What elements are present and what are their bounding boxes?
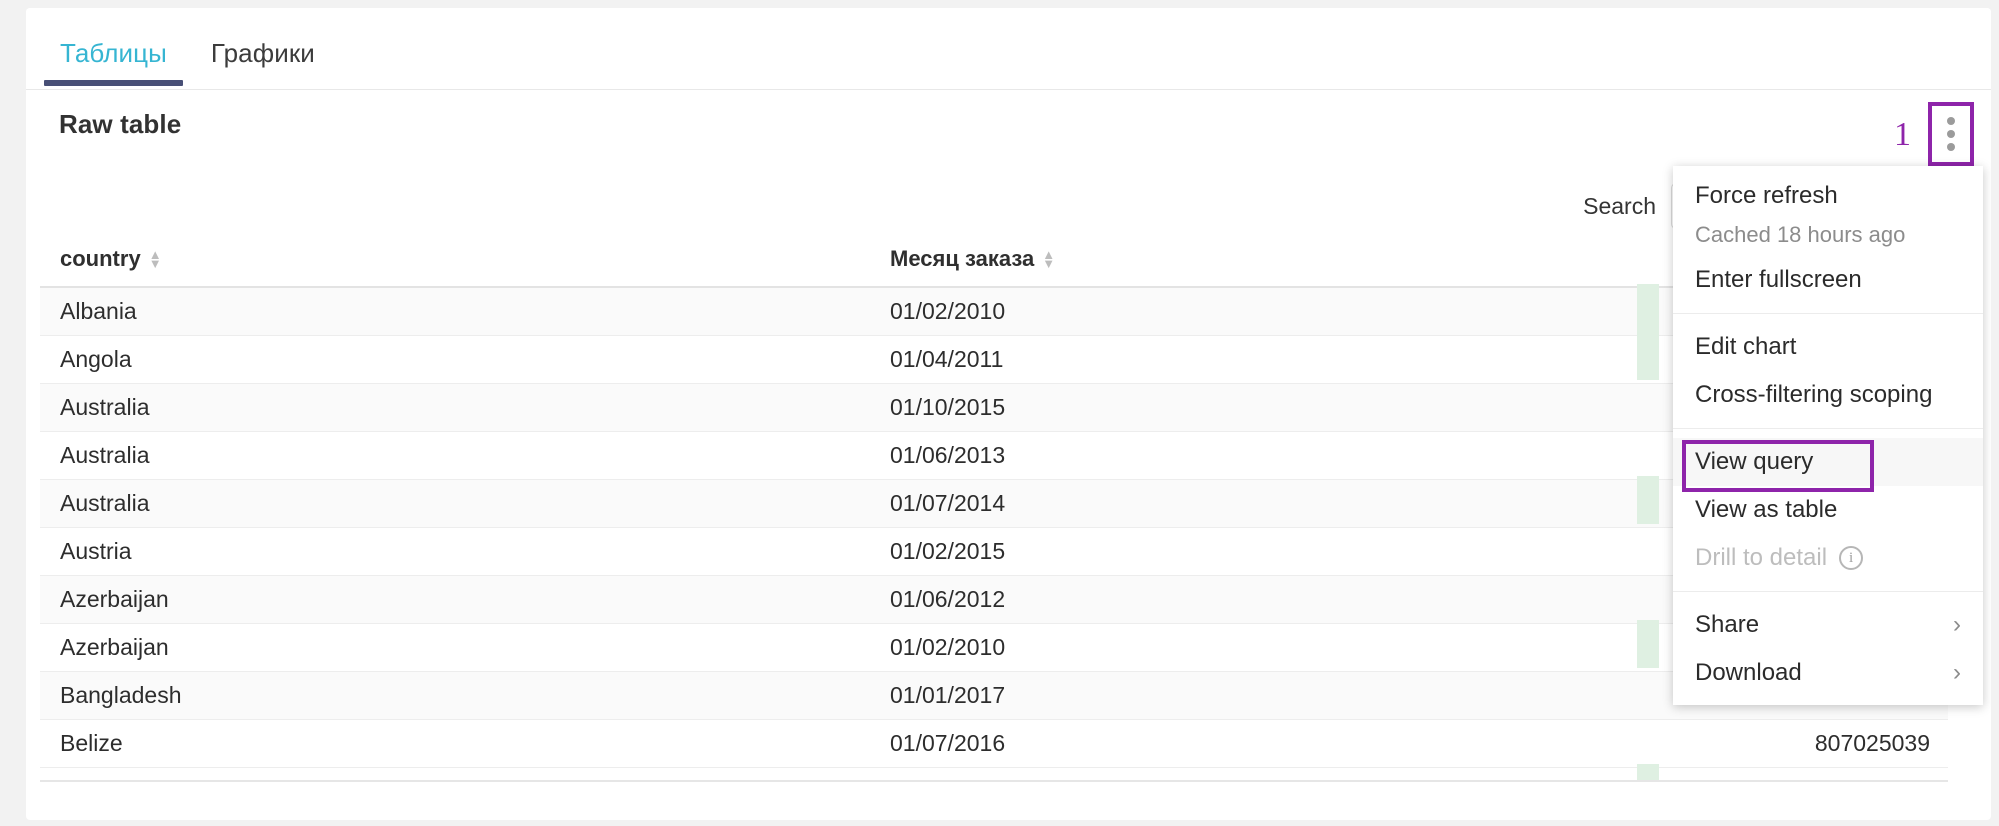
kebab-menu-button[interactable] [1928,102,1974,166]
tab-grafiki[interactable]: Графики [189,8,337,90]
table-row[interactable]: Belize01/07/2016807025039 [40,719,1948,767]
cell-month: 01/07/2016 [890,719,1510,767]
table-row[interactable]: Australia01/06/2013450563752 [40,431,1948,479]
tab-tablitsy[interactable]: Таблицы [38,8,189,90]
info-icon: i [1839,546,1863,570]
search-label: Search [1583,193,1656,220]
cell-month: 01/02/2010 [890,287,1510,335]
cell-month: 01/10/2015 [890,383,1510,431]
table-row[interactable]: Australia01/07/2014240470397 [40,479,1948,527]
cell-month: 01/04/2011 [890,335,1510,383]
menu-item-label: Force refresh [1695,182,1838,209]
cell-country: Belize [40,719,890,767]
table-row[interactable]: Australia01/10/2015158535134 [40,383,1948,431]
table-bottom-rule [40,780,1948,782]
tab-label: Графики [211,38,315,68]
menu-item-label: Enter fullscreen [1695,266,1862,293]
tab-label: Таблицы [60,38,167,68]
menu-item-label: Drill to detail [1695,539,1827,577]
menu-item-share[interactable]: Share › [1673,601,1983,649]
dashboard-card: Таблицы Графики Raw table 1 Search [26,8,1991,820]
table-head: country▲▼ Месяц заказа▲▼ order_ID▲▼ [40,236,1948,287]
menu-item-label: View query [1695,448,1813,475]
menu-item-label: Download [1695,654,1802,692]
cell-month: 01/02/2015 [890,527,1510,575]
table-header-row: country▲▼ Месяц заказа▲▼ order_ID▲▼ [40,236,1948,287]
menu-item-enter-fullscreen[interactable]: Enter fullscreen [1673,256,1983,304]
cell-country: Azerbaijan [40,575,890,623]
table-body: Albania01/02/2010385383069Angola01/04/20… [40,287,1948,767]
raw-data-table: country▲▼ Месяц заказа▲▼ order_ID▲▼ Alba… [40,236,1948,768]
cache-status-label: Cached 18 hours ago [1695,222,1905,247]
menu-item-cross-filtering-scoping[interactable]: Cross-filtering scoping [1673,371,1983,419]
cell-order-id: 807025039 [1510,719,1948,767]
menu-item-force-refresh[interactable]: Force refresh [1673,172,1983,220]
menu-item-view-query[interactable]: View query [1673,438,1983,486]
annotation-1: 1 [1894,118,1911,152]
menu-item-label: Edit chart [1695,333,1796,360]
table-row[interactable]: Azerbaijan01/02/2010382392299 [40,623,1948,671]
cell-country: Austria [40,527,890,575]
column-header-label: country [60,246,141,271]
tab-list: Таблицы Графики [38,8,337,90]
kebab-menu-icon [1947,117,1955,125]
table-row[interactable]: Azerbaijan01/06/2012423331391 [40,575,1948,623]
cell-country: Australia [40,431,890,479]
table-row[interactable]: Angola01/04/2011135425221 [40,335,1948,383]
chart-context-menu: Force refresh Cached 18 hours ago Enter … [1673,166,1983,705]
menu-separator [1673,591,1983,592]
menu-item-label: Share [1695,606,1759,644]
menu-separator [1673,428,1983,429]
cell-country: Bangladesh [40,671,890,719]
menu-separator [1673,313,1983,314]
menu-item-label: Cross-filtering scoping [1695,381,1932,408]
cell-month: 01/06/2013 [890,431,1510,479]
sort-icon[interactable]: ▲▼ [1042,250,1054,268]
kebab-menu-icon [1947,143,1955,151]
chevron-right-icon: › [1953,606,1961,644]
cell-country: Australia [40,383,890,431]
cell-country: Azerbaijan [40,623,890,671]
menu-item-drill-to-detail: Drill to detail i [1673,534,1983,582]
table-row[interactable]: Bangladesh01/01/2017187310731 [40,671,1948,719]
menu-item-view-as-table[interactable]: View as table [1673,486,1983,534]
cell-month: 01/01/2017 [890,671,1510,719]
data-table: country▲▼ Месяц заказа▲▼ order_ID▲▼ Alba… [40,236,1948,768]
column-header-country[interactable]: country ▲▼ [40,236,890,287]
sort-icon[interactable]: ▲▼ [149,250,161,268]
cell-month: 01/06/2012 [890,575,1510,623]
menu-item-label: View as table [1695,496,1837,523]
cell-country: Angola [40,335,890,383]
cell-country: Australia [40,479,890,527]
chart-title: Raw table [59,109,181,140]
cell-country: Albania [40,287,890,335]
column-header-month[interactable]: Месяц заказа ▲▼ [890,236,1510,287]
cell-month: 01/02/2010 [890,623,1510,671]
menu-item-download[interactable]: Download › [1673,649,1983,697]
cell-month: 01/07/2014 [890,479,1510,527]
menu-item-edit-chart[interactable]: Edit chart [1673,323,1983,371]
table-row[interactable]: Albania01/02/2010385383069 [40,287,1948,335]
chevron-right-icon: › [1953,654,1961,692]
app-root: Таблицы Графики Raw table 1 Search [0,0,1999,826]
tab-bar: Таблицы Графики [26,8,1991,90]
column-header-label: Месяц заказа [890,246,1034,271]
table-row[interactable]: Austria01/02/2015868214595 [40,527,1948,575]
menu-item-cache-status: Cached 18 hours ago [1673,220,1983,256]
kebab-menu-icon [1947,130,1955,138]
